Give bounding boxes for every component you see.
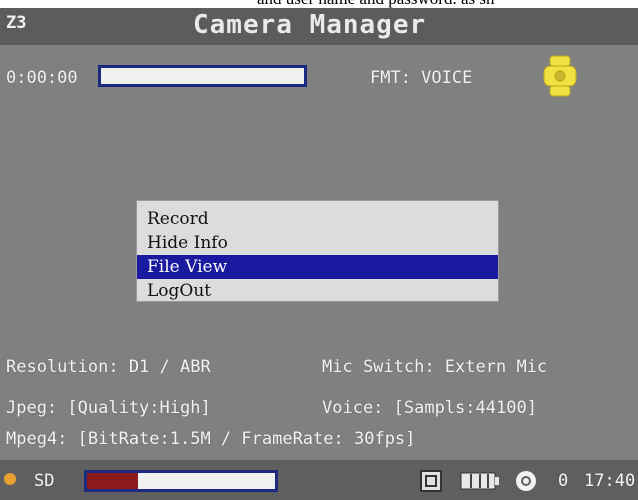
- storage-usage-bar: [84, 470, 278, 492]
- clock-time: 17:40: [584, 471, 636, 491]
- record-ring-icon: [516, 471, 536, 491]
- menu-item-hide-info[interactable]: Hide Info: [137, 231, 498, 255]
- menu-item-record[interactable]: Record: [137, 207, 498, 231]
- sd-card-icon: [420, 470, 442, 492]
- menu-item-logout[interactable]: LogOut: [137, 279, 498, 303]
- bottom-status-bar: SD 0 17:40: [0, 460, 638, 500]
- storage-usage-fill: [87, 473, 138, 489]
- jpeg-info: Jpeg: [Quality:High]: [6, 398, 211, 418]
- storage-label: SD: [34, 471, 55, 491]
- channel-marker: 0: [558, 471, 569, 491]
- mpeg4-info: Mpeg4: [BitRate:1.5M / FrameRate: 30fps]: [6, 429, 416, 449]
- voice-info: Voice: [Sampls:44100]: [322, 398, 537, 418]
- camera-status-icon: [543, 55, 577, 97]
- page-title: Camera Manager: [193, 10, 427, 40]
- caption-strip: and user name and password. as sh: [0, 0, 638, 8]
- resolution-info: Resolution: D1 / ABR: [6, 357, 211, 377]
- battery-icon: [460, 472, 499, 490]
- menu-item-file-view[interactable]: File View: [137, 255, 498, 279]
- channel-label: Z3: [6, 13, 27, 33]
- caption-text: and user name and password. as sh: [257, 0, 494, 8]
- mic-switch-info: Mic Switch: Extern Mic: [322, 357, 548, 377]
- context-menu: Record Hide Info File View LogOut: [136, 200, 499, 302]
- recording-progress-bar: [98, 65, 307, 87]
- title-bar: Z3 Camera Manager: [0, 8, 638, 45]
- timer-readout: 0:00:00: [6, 68, 78, 88]
- format-label: FMT: VOICE: [370, 68, 473, 88]
- sd-dot-icon: [4, 473, 16, 485]
